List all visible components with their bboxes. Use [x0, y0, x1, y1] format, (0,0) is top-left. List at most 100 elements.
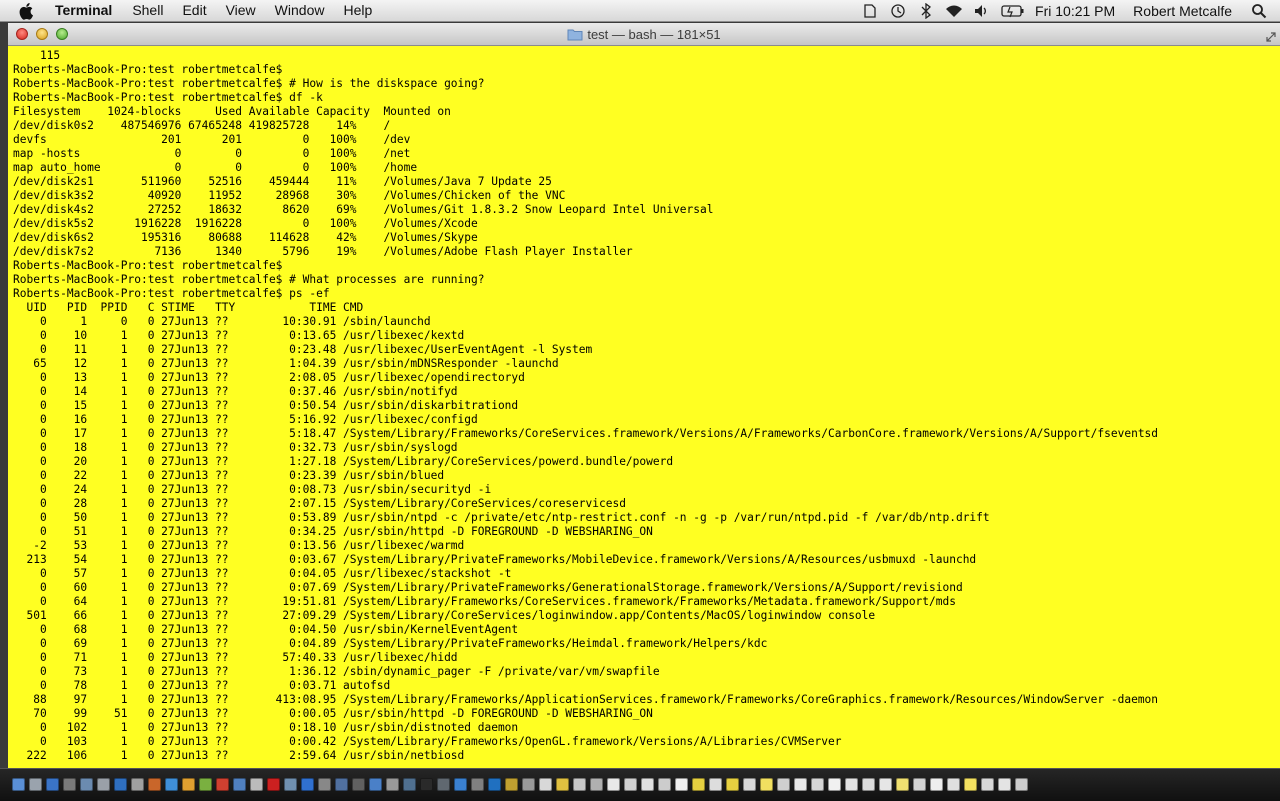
- dock-app-icon[interactable]: [165, 778, 178, 791]
- terminal-line: -2 53 1 0 27Jun13 ?? 0:13.56 /usr/libexe…: [13, 539, 465, 552]
- dock-app-icon[interactable]: [658, 778, 671, 791]
- window-titlebar[interactable]: test — bash — 181×51: [8, 23, 1280, 46]
- menu-window[interactable]: Window: [275, 2, 325, 18]
- menu-app-terminal[interactable]: Terminal: [55, 2, 112, 18]
- dock-app-icon[interactable]: [29, 778, 42, 791]
- terminal-line: 0 57 1 0 27Jun13 ?? 0:04.05 /usr/libexec…: [13, 567, 512, 580]
- terminal-line: 0 102 1 0 27Jun13 ?? 0:18.10 /usr/sbin/d…: [13, 721, 519, 734]
- terminal-line: /dev/disk5s2 1916228 1916228 0 100% /Vol…: [13, 217, 478, 230]
- dock-app-icon[interactable]: [981, 778, 994, 791]
- volume-icon[interactable]: [973, 3, 991, 19]
- dock-app-icon[interactable]: [148, 778, 161, 791]
- dock-app-icon[interactable]: [828, 778, 841, 791]
- dock-app-icon[interactable]: [964, 778, 977, 791]
- dock-app-icon[interactable]: [386, 778, 399, 791]
- dock-app-icon[interactable]: [896, 778, 909, 791]
- dock-app-icon[interactable]: [539, 778, 552, 791]
- dock-app-icon[interactable]: [505, 778, 518, 791]
- dock-app-icon[interactable]: [199, 778, 212, 791]
- dock-app-icon[interactable]: [930, 778, 943, 791]
- dock-app-icon[interactable]: [556, 778, 569, 791]
- dock-app-icon[interactable]: [471, 778, 484, 791]
- dock-app-icon[interactable]: [301, 778, 314, 791]
- dock-app-icon[interactable]: [726, 778, 739, 791]
- dock-app-icon[interactable]: [709, 778, 722, 791]
- dock-app-icon[interactable]: [454, 778, 467, 791]
- menubar-user[interactable]: Robert Metcalfe: [1133, 3, 1232, 19]
- menu-shell[interactable]: Shell: [132, 2, 163, 18]
- dock-app-icon[interactable]: [131, 778, 144, 791]
- window-title-text: test — bash — 181×51: [587, 27, 721, 42]
- dock-app-icon[interactable]: [913, 778, 926, 791]
- terminal-line: 0 17 1 0 27Jun13 ?? 5:18.47 /System/Libr…: [13, 427, 1159, 440]
- terminal-line: map auto_home 0 0 0 100% /home: [13, 161, 418, 174]
- menu-edit[interactable]: Edit: [182, 2, 206, 18]
- dock-app-icon[interactable]: [743, 778, 756, 791]
- terminal-line: /dev/disk7s2 7136 1340 5796 19% /Volumes…: [13, 245, 633, 258]
- dock-app-icon[interactable]: [267, 778, 280, 791]
- dock-app-icon[interactable]: [420, 778, 433, 791]
- window-title: test — bash — 181×51: [8, 27, 1280, 44]
- terminal-line: 0 22 1 0 27Jun13 ?? 0:23.39 /usr/sbin/bl…: [13, 469, 445, 482]
- terminal-output[interactable]: 115 Roberts-MacBook-Pro:test robertmetcal…: [13, 49, 1280, 768]
- dock-app-icon[interactable]: [284, 778, 297, 791]
- dock-app-icon[interactable]: [794, 778, 807, 791]
- dock-app-icon[interactable]: [998, 778, 1011, 791]
- battery-icon[interactable]: [1001, 3, 1025, 19]
- terminal-line: /dev/disk2s1 511960 52516 459444 11% /Vo…: [13, 175, 552, 188]
- dock-app-icon[interactable]: [692, 778, 705, 791]
- dock-app-icon[interactable]: [250, 778, 263, 791]
- dock-app-icon[interactable]: [114, 778, 127, 791]
- menu-view[interactable]: View: [226, 2, 256, 18]
- fullscreen-icon[interactable]: [1266, 29, 1276, 42]
- menu-bar: Terminal Shell Edit View Window Help Fri…: [0, 0, 1280, 22]
- dock-app-icon[interactable]: [369, 778, 382, 791]
- dock-app-icon[interactable]: [811, 778, 824, 791]
- dock-app-icon[interactable]: [879, 778, 892, 791]
- menu-list: Terminal Shell Edit View Window Help: [55, 2, 391, 18]
- terminal-line: 0 15 1 0 27Jun13 ?? 0:50.54 /usr/sbin/di…: [13, 399, 519, 412]
- terminal-line: 0 24 1 0 27Jun13 ?? 0:08.73 /usr/sbin/se…: [13, 483, 492, 496]
- wifi-icon[interactable]: [945, 3, 963, 19]
- terminal-line: 0 71 1 0 27Jun13 ?? 57:40.33 /usr/libexe…: [13, 651, 458, 664]
- dock-app-icon[interactable]: [777, 778, 790, 791]
- dock-app-icon[interactable]: [182, 778, 195, 791]
- dock-app-icon[interactable]: [1015, 778, 1028, 791]
- menubar-clock[interactable]: Fri 10:21 PM: [1035, 3, 1115, 19]
- dock-app-icon[interactable]: [403, 778, 416, 791]
- dock-app-icon[interactable]: [80, 778, 93, 791]
- dock-app-icon[interactable]: [46, 778, 59, 791]
- dock-app-icon[interactable]: [675, 778, 688, 791]
- dock-app-icon[interactable]: [590, 778, 603, 791]
- dock-app-icon[interactable]: [335, 778, 348, 791]
- menu-help[interactable]: Help: [343, 2, 372, 18]
- dock-app-icon[interactable]: [97, 778, 110, 791]
- terminal-line: Roberts-MacBook-Pro:test robertmetcalfe$: [13, 63, 283, 76]
- dock-app-icon[interactable]: [573, 778, 586, 791]
- time-machine-icon[interactable]: [889, 3, 907, 19]
- dock-app-icon[interactable]: [522, 778, 535, 791]
- apple-icon[interactable]: [18, 1, 38, 21]
- dock-app-icon[interactable]: [63, 778, 76, 791]
- terminal-line: 0 16 1 0 27Jun13 ?? 5:16.92 /usr/libexec…: [13, 413, 478, 426]
- dock-app-icon[interactable]: [318, 778, 331, 791]
- spotlight-icon[interactable]: [1250, 3, 1268, 19]
- terminal-line: 0 73 1 0 27Jun13 ?? 1:36.12 /sbin/dynami…: [13, 665, 660, 678]
- dock-app-icon[interactable]: [862, 778, 875, 791]
- terminal-line: 0 69 1 0 27Jun13 ?? 0:04.89 /System/Libr…: [13, 637, 768, 650]
- dock-app-icon[interactable]: [352, 778, 365, 791]
- dock-app-icon[interactable]: [437, 778, 450, 791]
- dock-app-icon[interactable]: [488, 778, 501, 791]
- dropbox-icon[interactable]: [861, 3, 879, 19]
- dock-app-icon[interactable]: [760, 778, 773, 791]
- dock-app-icon[interactable]: [607, 778, 620, 791]
- dock-app-icon[interactable]: [641, 778, 654, 791]
- terminal-line: map -hosts 0 0 0 100% /net: [13, 147, 411, 160]
- bluetooth-icon[interactable]: [917, 3, 935, 19]
- dock-app-icon[interactable]: [624, 778, 637, 791]
- dock-app-icon[interactable]: [12, 778, 25, 791]
- dock-app-icon[interactable]: [845, 778, 858, 791]
- dock-app-icon[interactable]: [233, 778, 246, 791]
- dock-app-icon[interactable]: [216, 778, 229, 791]
- dock-app-icon[interactable]: [947, 778, 960, 791]
